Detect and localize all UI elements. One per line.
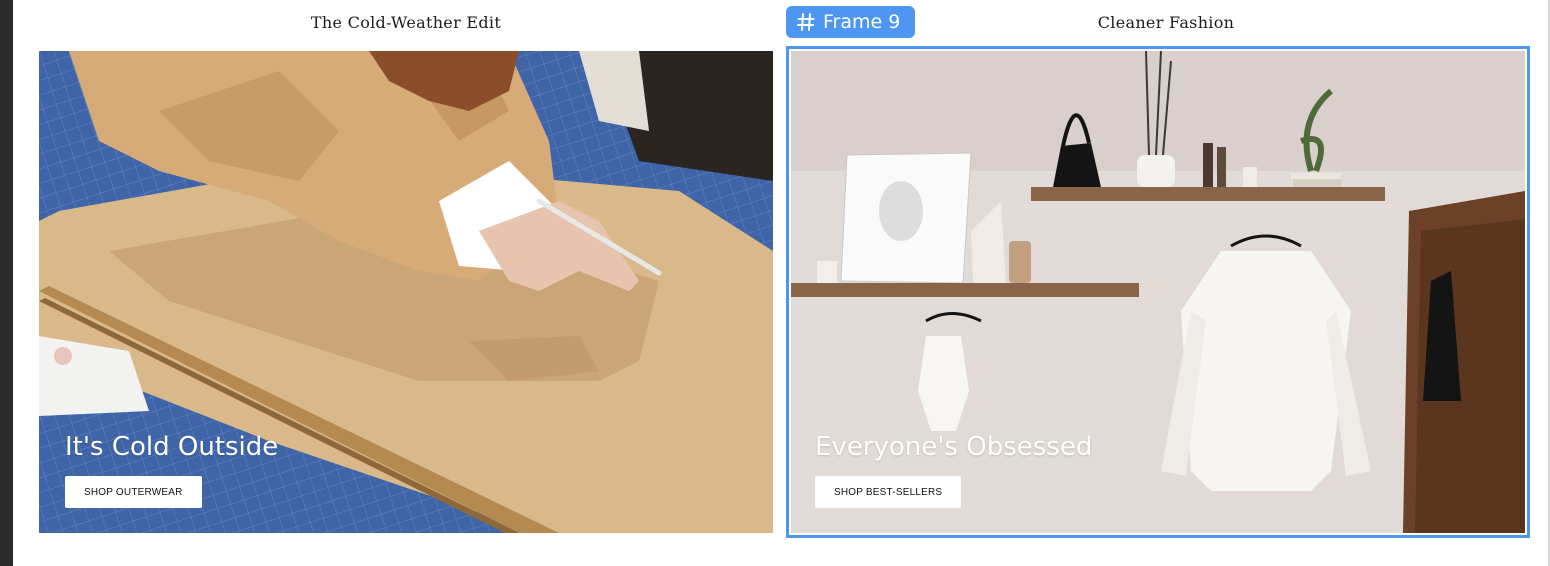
frame-label[interactable]: Frame 9 <box>786 6 915 38</box>
card-headline: Everyone's Obsessed <box>815 432 1093 462</box>
promo-card-cold-weather: It's Cold Outside SHOP OUTERWEAR <box>39 51 773 533</box>
shop-best-sellers-button[interactable]: SHOP BEST-SELLERS <box>815 476 962 508</box>
column-title-cold-weather: The Cold-Weather Edit <box>310 13 502 32</box>
promo-card-cleaner-fashion: Everyone's Obsessed SHOP BEST-SELLERS <box>791 51 1525 533</box>
shop-outerwear-button[interactable]: SHOP OUTERWEAR <box>65 476 202 508</box>
hash-icon <box>796 12 816 32</box>
card-headline: It's Cold Outside <box>65 432 279 462</box>
canvas-edge-left <box>0 0 13 566</box>
frame-label-text: Frame 9 <box>823 11 901 33</box>
